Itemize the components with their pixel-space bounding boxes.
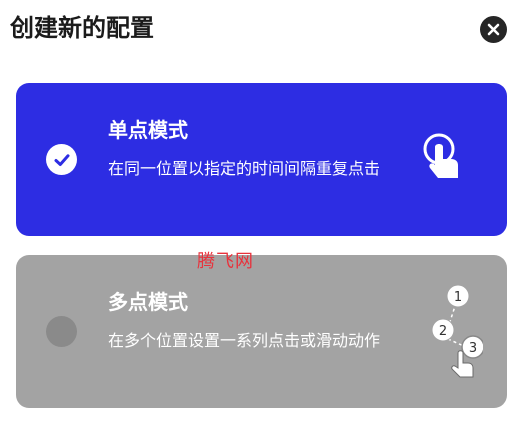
mode-card-multi[interactable]: 多点模式 在多个位置设置一系列点击或滑动动作 1 2 3 — [16, 255, 507, 408]
unselected-radio-icon — [46, 316, 77, 347]
selected-check-icon — [46, 144, 77, 175]
config-dialog: 创建新的配置 单点模式 在同一位置以指定的时间间隔重复点击 多点模式 在多个位置… — [0, 0, 514, 426]
mode-title: 多点模式 — [108, 290, 188, 314]
step-label: 1 — [454, 290, 462, 305]
mode-title: 单点模式 — [108, 118, 188, 142]
watermark-text: 腾飞网 — [197, 251, 254, 272]
single-tap-icon — [423, 133, 458, 178]
mode-description: 在多个位置设置一系列点击或滑动动作 — [108, 331, 381, 350]
mode-card-single[interactable]: 单点模式 在同一位置以指定的时间间隔重复点击 — [16, 83, 507, 236]
step-label: 3 — [469, 341, 477, 356]
step-label: 2 — [439, 324, 447, 339]
close-icon — [487, 23, 500, 36]
multi-tap-icon: 1 2 3 — [431, 284, 483, 378]
close-button[interactable] — [480, 16, 507, 43]
dialog-title: 创建新的配置 — [10, 14, 154, 42]
mode-description: 在同一位置以指定的时间间隔重复点击 — [108, 159, 381, 178]
